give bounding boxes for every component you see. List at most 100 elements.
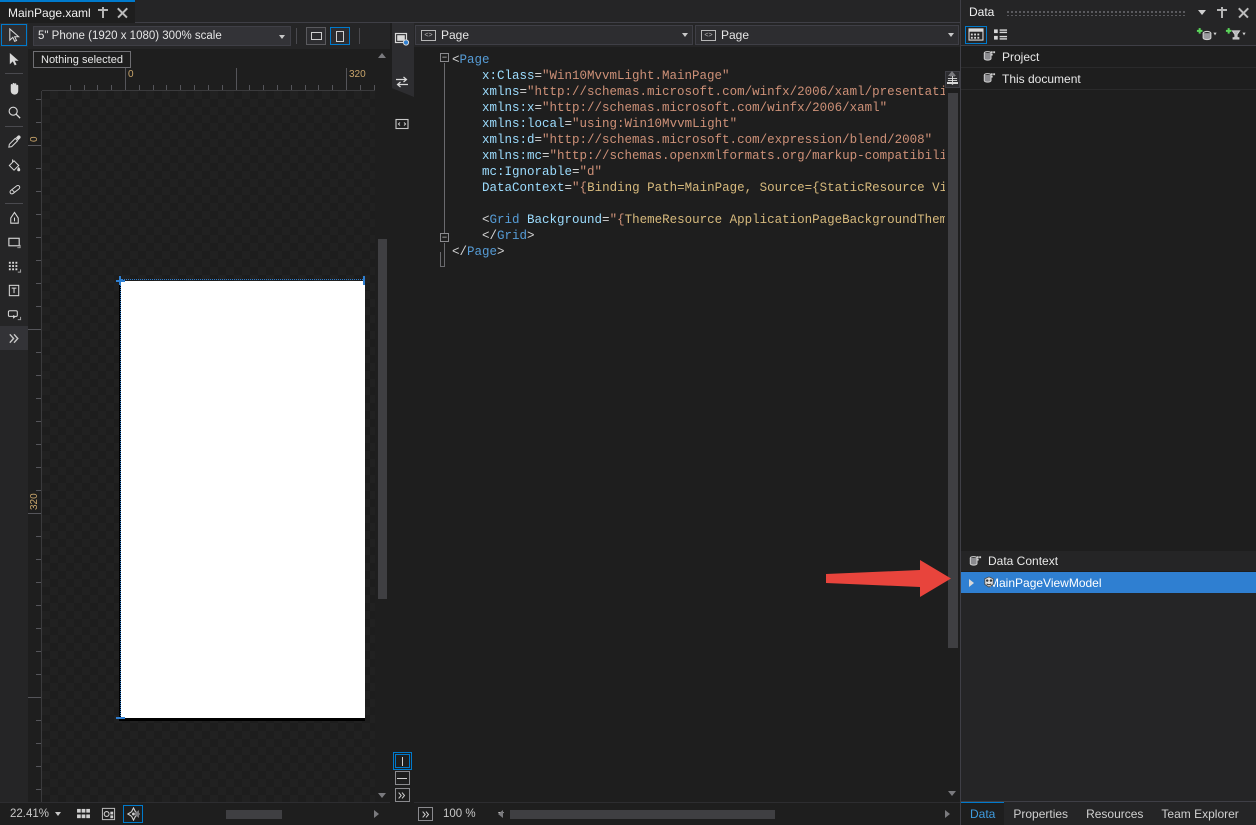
chevron-down-icon[interactable] xyxy=(55,812,61,816)
designer-scroll-thumb[interactable] xyxy=(378,239,387,599)
zoom-tool[interactable] xyxy=(0,100,28,124)
selection-nub-left-top[interactable] xyxy=(116,280,125,282)
pen-tool[interactable] xyxy=(0,206,28,230)
editor-expand-button[interactable] xyxy=(418,807,433,821)
close-icon[interactable] xyxy=(116,6,129,19)
rectangle-tool[interactable] xyxy=(0,230,28,254)
grid-tool[interactable] xyxy=(0,254,28,278)
editor-scroll-down-arrow-icon[interactable] xyxy=(948,791,956,796)
ruler-label: 320 xyxy=(29,493,40,510)
selection-status-text: Nothing selected xyxy=(41,54,123,66)
vertical-ruler[interactable]: 0320640 xyxy=(28,91,42,802)
pin-icon[interactable] xyxy=(1216,6,1229,19)
editor-zoom-value[interactable]: 100 % xyxy=(443,808,476,820)
designer-horizontal-scrollbar[interactable] xyxy=(128,806,387,823)
pin-icon[interactable] xyxy=(97,6,110,19)
code-token: </ xyxy=(452,229,497,243)
pan-tool[interactable] xyxy=(0,76,28,100)
assets-tool[interactable] xyxy=(0,326,28,350)
tab-properties[interactable]: Properties xyxy=(1004,802,1077,825)
editor-scope-left-value: Page xyxy=(441,28,469,42)
ruler-tick xyxy=(249,85,250,90)
design-view-button[interactable] xyxy=(390,27,414,53)
code-token: Grid xyxy=(497,229,527,243)
fold-toggle-grid[interactable]: − xyxy=(440,233,449,242)
ruler-tick xyxy=(36,536,41,537)
code-token: x:Class xyxy=(452,69,535,83)
code-token: < xyxy=(452,213,490,227)
control-tool[interactable] xyxy=(0,302,28,326)
xaml-source-code[interactable]: <Page x:Class="Win10MvvmLight.MainPage" … xyxy=(452,52,945,260)
code-line: </Page> xyxy=(452,244,945,260)
code-line: x:Class="Win10MvvmLight.MainPage" xyxy=(452,68,945,84)
textbox-tool[interactable] xyxy=(0,278,28,302)
snap-to-gridlines-button[interactable] xyxy=(98,805,118,823)
data-list-view-button[interactable] xyxy=(965,26,987,44)
horizontal-ruler[interactable]: 0320 xyxy=(42,68,384,91)
editor-outlining-gutter[interactable]: − − xyxy=(414,47,452,802)
selection-nub-left-bottom[interactable] xyxy=(116,717,125,719)
scroll-down-arrow-icon[interactable] xyxy=(378,793,386,798)
scroll-left-arrow-icon[interactable] xyxy=(134,810,139,818)
new-sample-data-button[interactable] xyxy=(1194,26,1220,44)
editor-vertical-scrollbar[interactable] xyxy=(945,47,960,802)
title-bar-grip[interactable] xyxy=(1006,9,1186,16)
editor-scope-combo-left[interactable]: <> Page xyxy=(415,25,693,45)
chevron-down-icon[interactable] xyxy=(1198,10,1206,15)
fold-guide-line xyxy=(440,252,441,267)
swap-panes-button[interactable] xyxy=(390,69,414,95)
device-page-surface[interactable] xyxy=(121,281,365,718)
document-tab-mainpage-xaml[interactable]: MainPage.xaml xyxy=(0,0,135,23)
eyedropper-tool[interactable] xyxy=(0,129,28,153)
editor-scope-combo-right[interactable]: <> Page xyxy=(695,25,959,45)
code-token: Page xyxy=(460,53,490,67)
ruler-tick xyxy=(28,145,41,146)
scroll-right-arrow-icon[interactable] xyxy=(945,810,950,818)
toolbox-panel xyxy=(0,23,28,802)
code-token: DataContext xyxy=(452,181,565,195)
scroll-right-arrow-icon[interactable] xyxy=(374,810,379,818)
editor-scroll-thumb[interactable] xyxy=(948,93,958,648)
close-icon[interactable] xyxy=(1237,6,1250,19)
tab-resources[interactable]: Resources xyxy=(1077,802,1152,825)
device-selector-combo[interactable]: 5" Phone (1920 x 1080) 300% scale xyxy=(33,26,291,46)
tab-team-explorer-label: Team Explorer xyxy=(1161,807,1238,821)
split-vertical-button[interactable] xyxy=(395,754,410,768)
designer-vertical-scrollbar[interactable] xyxy=(375,49,390,802)
data-scope-row-project[interactable]: Project xyxy=(961,46,1256,68)
data-context-item-mainpageviewmodel[interactable]: MainPageViewModel xyxy=(961,572,1256,593)
brush-tool[interactable] xyxy=(0,177,28,201)
design-canvas-area[interactable] xyxy=(42,91,384,802)
code-token: "http://schemas.openxmlformats.org/marku… xyxy=(550,149,945,163)
portrait-orientation-button[interactable] xyxy=(330,27,350,45)
direct-selection-tool[interactable] xyxy=(0,47,28,71)
editor-scroll-up-arrow-icon[interactable] xyxy=(948,71,956,76)
tab-resources-label: Resources xyxy=(1086,807,1143,821)
paint-bucket-tool[interactable] xyxy=(0,153,28,177)
collapse-pane-button[interactable] xyxy=(395,788,410,802)
designer-zoom-value[interactable]: 22.41% xyxy=(10,808,49,820)
scroll-up-arrow-icon[interactable] xyxy=(378,53,386,58)
chevron-right-icon[interactable] xyxy=(969,579,974,587)
code-token: Page xyxy=(467,245,497,259)
designer-hscroll-thumb[interactable] xyxy=(226,810,282,819)
selection-tool[interactable] xyxy=(0,23,28,47)
split-horizontal-button[interactable] xyxy=(395,771,410,785)
code-token: xmlns:d xyxy=(452,133,535,147)
new-data-source-button[interactable] xyxy=(1223,26,1249,44)
toolbar-divider xyxy=(359,28,360,44)
landscape-orientation-button[interactable] xyxy=(306,27,326,45)
scroll-left-arrow-icon[interactable] xyxy=(498,810,503,818)
editor-hscroll-thumb[interactable] xyxy=(510,810,775,819)
editor-horizontal-scrollbar[interactable] xyxy=(494,806,956,823)
ruler-tick xyxy=(28,329,41,330)
data-details-view-button[interactable] xyxy=(990,26,1012,44)
tab-team-explorer[interactable]: Team Explorer xyxy=(1152,802,1247,825)
data-scope-row-this-document[interactable]: This document xyxy=(961,68,1256,90)
tab-data[interactable]: Data xyxy=(961,802,1004,825)
snap-grid-button[interactable] xyxy=(73,805,93,823)
fold-toggle-page[interactable]: − xyxy=(440,53,449,62)
selection-nub-top-right[interactable] xyxy=(363,276,365,285)
xaml-view-button[interactable] xyxy=(390,111,414,137)
code-text-area[interactable]: − − < Page x:Class="Win10MvvmLight.MainPa… xyxy=(414,47,945,802)
